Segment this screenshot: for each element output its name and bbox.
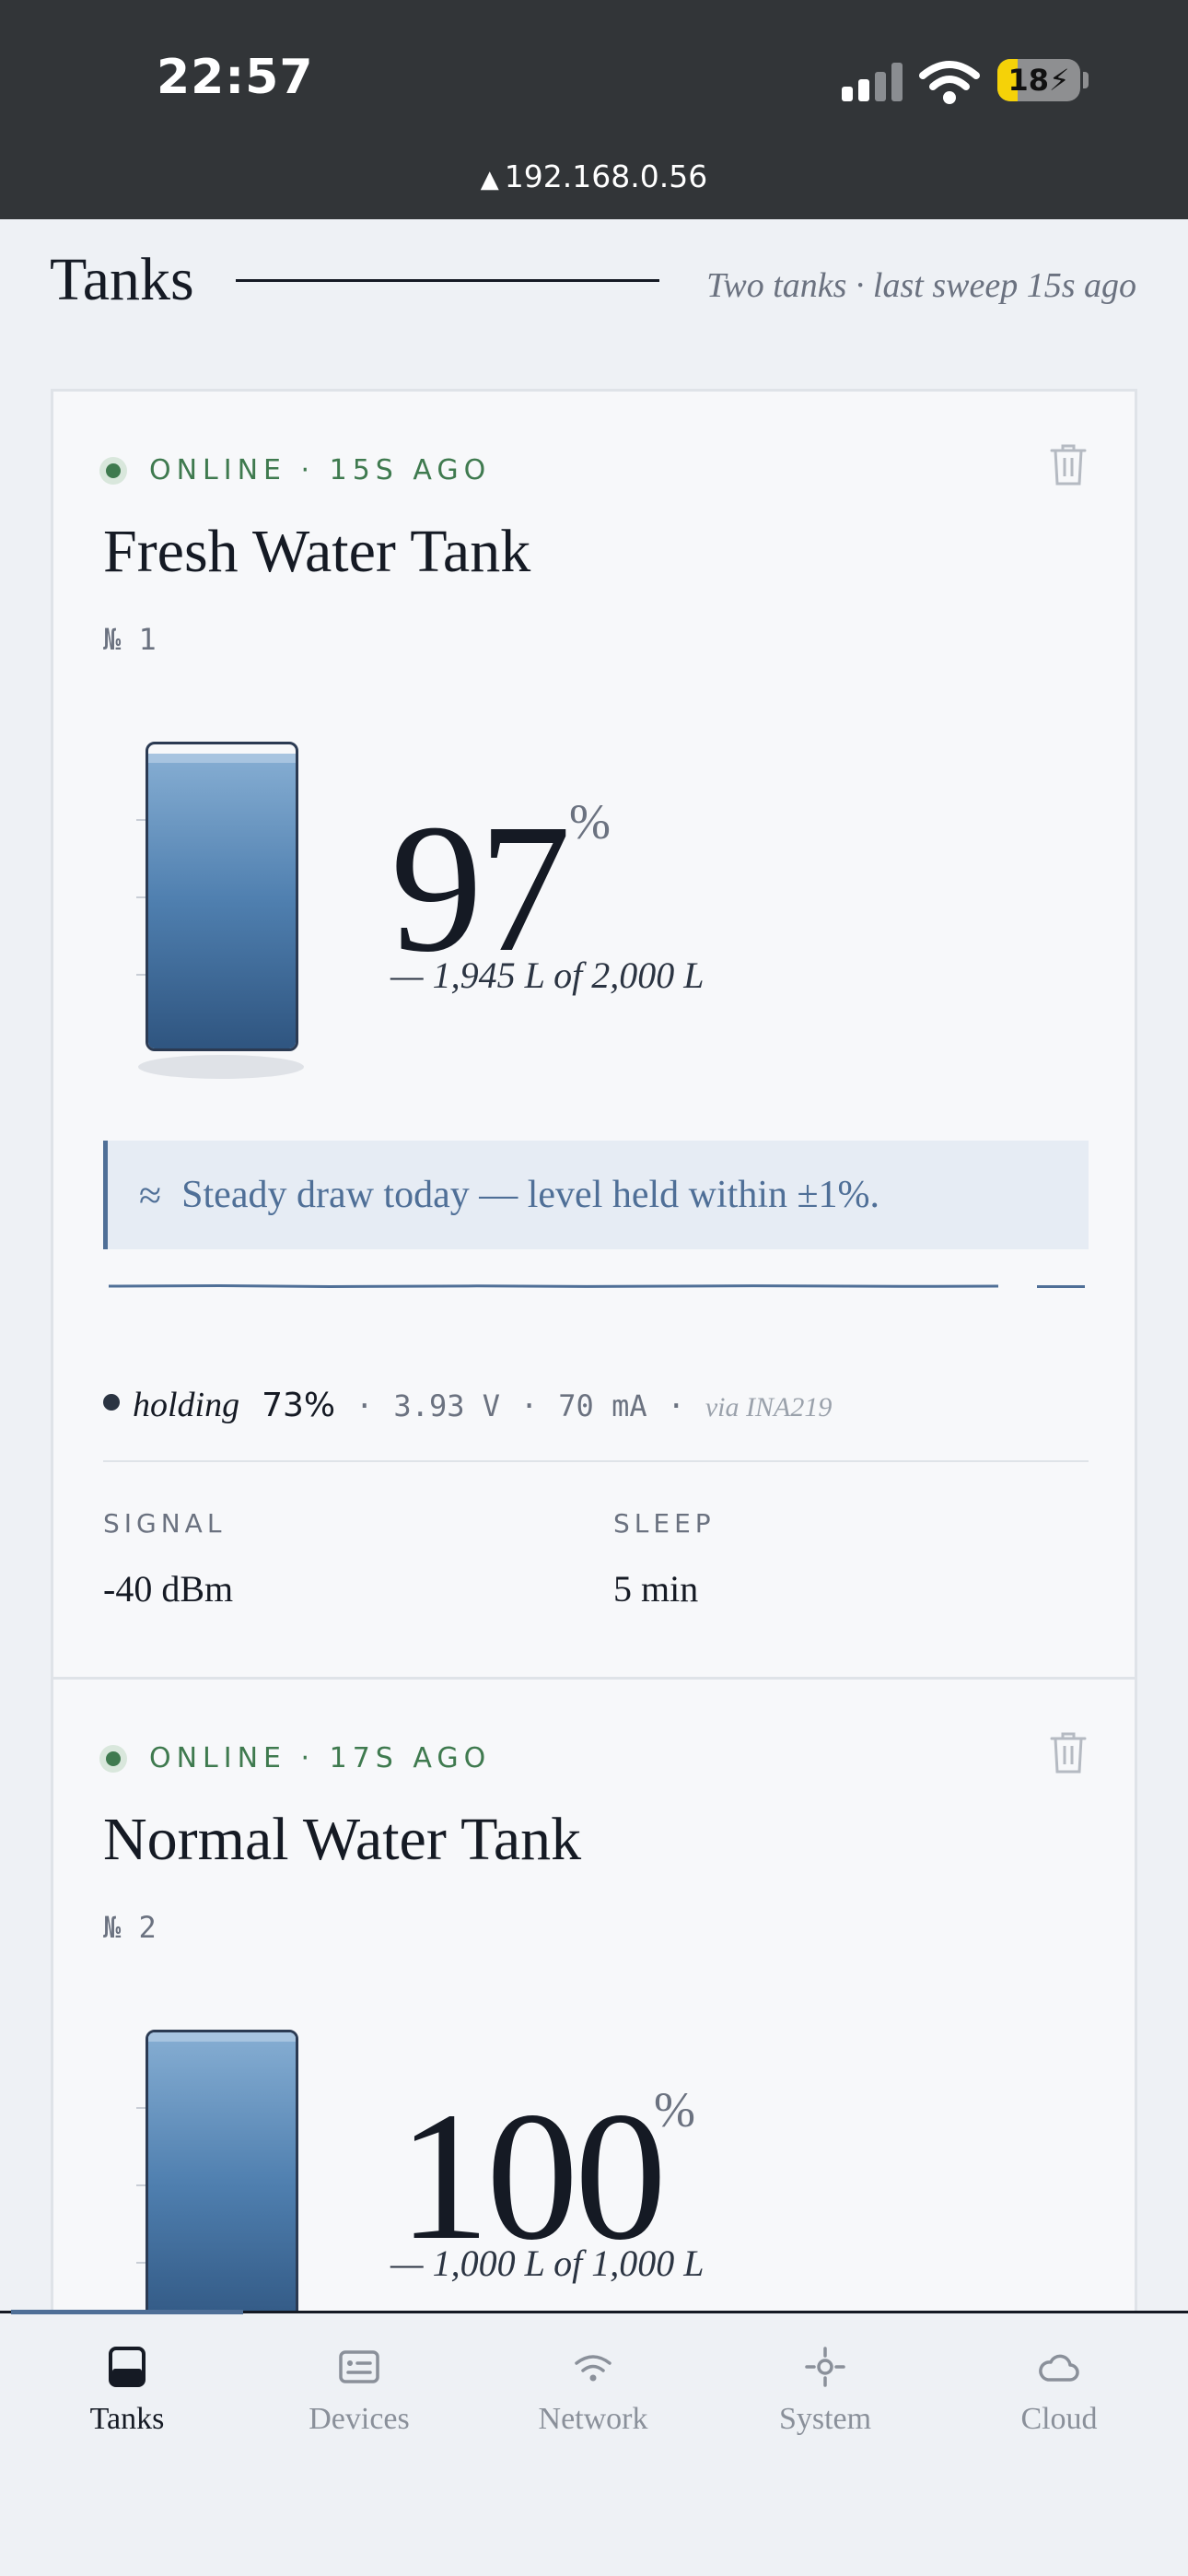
battery-row: holding 73% · 3.93 V · 70 mA · via INA21…: [103, 1385, 832, 1425]
tank-name: Fresh Water Tank: [103, 518, 531, 585]
url-text: 192.168.0.56: [504, 158, 708, 194]
signal-label: SIGNAL: [103, 1508, 227, 1539]
devices-icon: [339, 2350, 379, 2383]
warning-icon: ▲: [480, 166, 499, 193]
trend-note: ≈ Steady draw today — level held within …: [103, 1141, 1089, 1249]
tab-tanks[interactable]: Tanks: [11, 2345, 243, 2437]
tank-card[interactable]: ONLINE · 15S AGO Fresh Water Tank № 1 97…: [51, 389, 1137, 1680]
online-dot-icon: [99, 456, 127, 485]
online-dot-icon: [99, 1744, 127, 1773]
sleep-label: SLEEP: [613, 1508, 716, 1539]
cellular-signal-icon: [842, 61, 904, 101]
sensor-source: via INA219: [705, 1392, 833, 1423]
water-fill: [148, 753, 296, 1048]
percent-sign: %: [569, 794, 611, 849]
page-subtitle: Two tanks · last sweep 15s ago: [706, 266, 1136, 305]
water-fill: [148, 2032, 296, 2336]
sparkline-marker: [1037, 1285, 1085, 1288]
percent-sign: %: [654, 2082, 695, 2137]
wifi-icon: [575, 2355, 611, 2382]
tank-number: № 1: [103, 622, 157, 657]
active-tab-indicator: [11, 2310, 243, 2314]
address-bar[interactable]: ▲ 192.168.0.56: [0, 158, 1188, 194]
bottom-tab-bar: Tanks Devices Network System Cloud: [0, 2310, 1188, 2576]
tab-label: System: [778, 2402, 872, 2436]
separator: ·: [355, 1388, 374, 1423]
trash-icon[interactable]: [1048, 1729, 1089, 1775]
volume-text: — 1,000 L of 1,000 L: [390, 2242, 705, 2284]
tank-icon: [109, 2347, 146, 2387]
voltage: 3.93 V: [393, 1388, 500, 1423]
tab-network[interactable]: Network: [477, 2345, 709, 2437]
tank-level-gauge: [136, 742, 304, 1079]
battery-tip: [1083, 72, 1089, 88]
tab-system[interactable]: System: [709, 2345, 941, 2437]
tab-label: Tanks: [89, 2402, 165, 2436]
trash-icon[interactable]: [1048, 441, 1089, 487]
tab-devices[interactable]: Devices: [243, 2345, 475, 2437]
trend-note-text: Steady draw today — level held within ±1…: [181, 1174, 880, 1216]
divider: [103, 1460, 1089, 1462]
separator: ·: [667, 1388, 685, 1423]
tank-name: Normal Water Tank: [103, 1806, 582, 1873]
status-time: 22:57: [157, 50, 314, 105]
cloud-icon: [1039, 2354, 1079, 2382]
sleep-value: 5 min: [613, 1568, 699, 1610]
wifi-status-icon: [919, 61, 980, 104]
tab-label: Devices: [309, 2402, 410, 2436]
status-text: ONLINE · 15S AGO: [149, 454, 492, 486]
wave-icon: ≈: [139, 1172, 162, 1218]
battery-dot-icon: [103, 1394, 120, 1411]
battery-percent: 73%: [262, 1387, 336, 1424]
separator: ·: [520, 1388, 539, 1423]
tab-label: Cloud: [1020, 2402, 1098, 2436]
tank-card[interactable]: ONLINE · 17S AGO Normal Water Tank № 2 1…: [51, 1677, 1137, 2339]
tank-number: № 2: [103, 1910, 157, 1945]
tank-level-gauge: [136, 2030, 298, 2339]
status-text: ONLINE · 17S AGO: [149, 1742, 492, 1774]
online-status: ONLINE · 15S AGO: [99, 454, 491, 486]
battery-state: holding: [133, 1386, 240, 1424]
volume-text: — 1,945 L of 2,000 L: [390, 954, 705, 996]
battery-icon: 18⚡: [997, 59, 1080, 101]
current: 70 mA: [558, 1388, 647, 1423]
page-title: Tanks: [50, 246, 194, 313]
tab-cloud[interactable]: Cloud: [943, 2345, 1175, 2437]
system-icon: [805, 2347, 845, 2387]
tab-label: Network: [538, 2402, 648, 2436]
title-rule: [236, 279, 659, 282]
level-sparkline: [109, 1283, 998, 1289]
signal-value: -40 dBm: [103, 1568, 234, 1610]
battery-level: 18: [1007, 63, 1050, 98]
online-status: ONLINE · 17S AGO: [99, 1742, 491, 1774]
status-bar: 22:57 18⚡ ▲ 192.168.0.56: [0, 0, 1188, 219]
